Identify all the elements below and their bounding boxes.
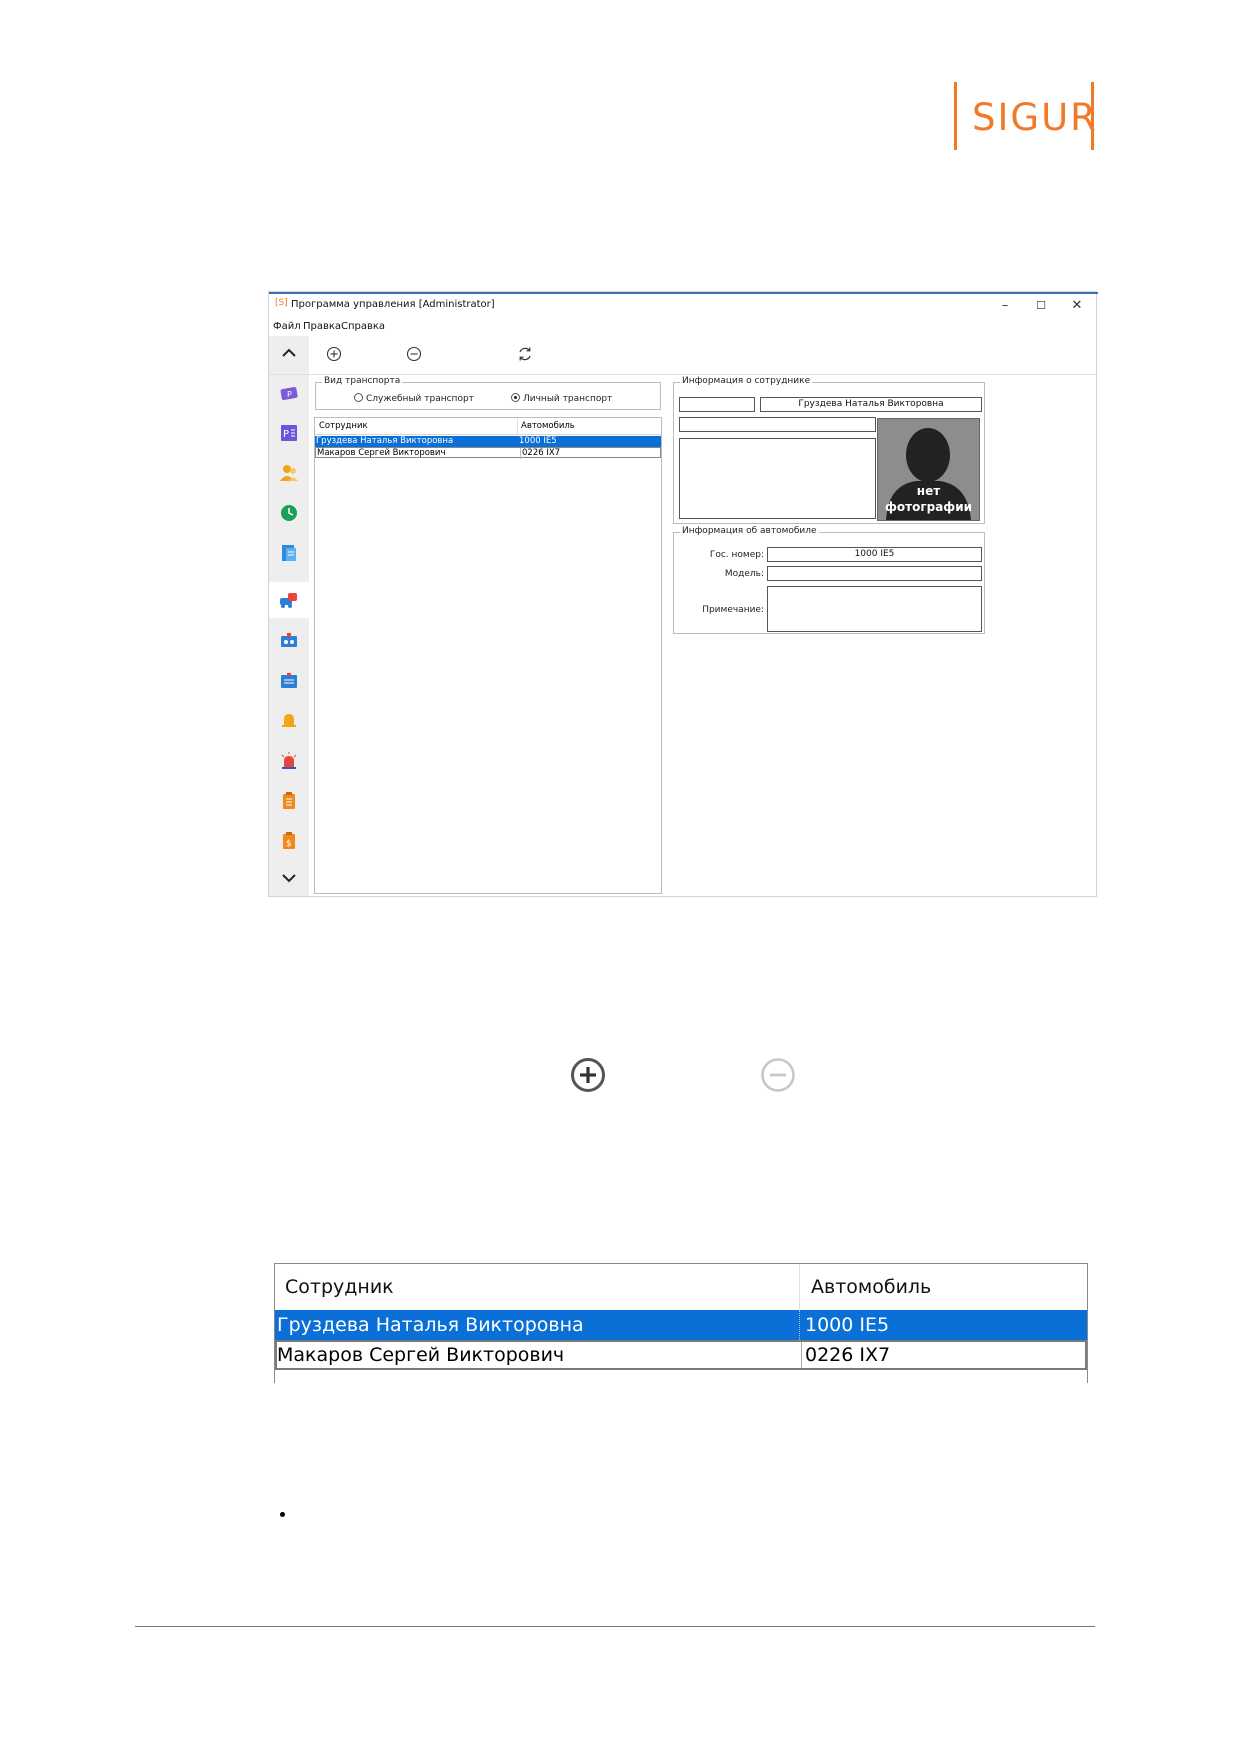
sidebar: P P $ bbox=[269, 336, 309, 896]
column-divider bbox=[799, 1264, 800, 1310]
table-row[interactable]: Макаров Сергей Викторович 0226 IX7 bbox=[315, 447, 661, 459]
add-icon[interactable] bbox=[326, 346, 342, 362]
car-cell: 1000 IE5 bbox=[519, 436, 557, 446]
plate-label: Гос. номер: bbox=[709, 550, 764, 560]
toolbar bbox=[269, 336, 1096, 375]
radio-personal-transport[interactable]: Личный транспорт bbox=[511, 393, 612, 404]
car-cell: 1000 IE5 bbox=[805, 1314, 890, 1336]
employee-cell: Груздева Наталья Викторовна bbox=[316, 436, 454, 446]
column-divider bbox=[517, 418, 518, 434]
menu-help[interactable]: Справка bbox=[341, 321, 385, 332]
employee-photo: нет фотографии bbox=[877, 418, 980, 521]
model-label: Модель: bbox=[724, 569, 764, 579]
app-window: [S] Программа управления [Administrator]… bbox=[268, 291, 1098, 897]
menu-bar: Файл Правка Справка bbox=[269, 318, 1096, 336]
column-car-header: Автомобиль bbox=[811, 1276, 932, 1298]
transport-icon[interactable] bbox=[279, 590, 299, 610]
model-field[interactable] bbox=[767, 566, 982, 581]
plate-field[interactable]: 1000 IE5 bbox=[767, 547, 982, 562]
presentation-icon[interactable]: P bbox=[279, 423, 299, 443]
add-icon bbox=[571, 1058, 605, 1092]
transport-type-group: Вид транспорта Служебный транспорт Личны… bbox=[315, 376, 661, 410]
menu-edit[interactable]: Правка bbox=[303, 321, 341, 332]
svg-text:$: $ bbox=[286, 839, 292, 849]
radio-indicator bbox=[354, 393, 363, 402]
column-employee-header[interactable]: Сотрудник bbox=[319, 421, 368, 431]
scroll-down-icon[interactable] bbox=[282, 873, 296, 883]
employee-notes-field[interactable] bbox=[679, 438, 876, 519]
radio-service-transport[interactable]: Служебный транспорт bbox=[354, 393, 474, 404]
cell-divider bbox=[799, 1310, 800, 1340]
employee-department-field[interactable] bbox=[679, 417, 876, 432]
no-photo-label-2: фотографии bbox=[884, 500, 973, 514]
close-button[interactable]: ✕ bbox=[1059, 295, 1095, 317]
document-icon[interactable] bbox=[279, 543, 299, 563]
table-row[interactable]: Груздева Наталья Викторовна 1000 IE5 bbox=[315, 436, 661, 447]
app-logo-icon: [S] bbox=[275, 298, 288, 308]
employee-name-field[interactable]: Груздева Наталья Викторовна bbox=[760, 397, 982, 412]
employee-number-field[interactable] bbox=[679, 397, 755, 412]
column-car-header[interactable]: Автомобиль bbox=[521, 421, 575, 431]
employee-cell: Макаров Сергей Викторович bbox=[317, 448, 446, 458]
badge-icon[interactable] bbox=[279, 671, 299, 691]
maximize-button[interactable]: ☐ bbox=[1023, 295, 1059, 317]
note-field[interactable] bbox=[767, 586, 982, 632]
remove-icon[interactable] bbox=[406, 346, 422, 362]
note-label: Примечание: bbox=[702, 605, 764, 615]
alarm-icon[interactable] bbox=[279, 751, 299, 771]
menu-file[interactable]: Файл bbox=[273, 321, 301, 332]
report-money-icon[interactable]: $ bbox=[279, 831, 299, 851]
refresh-icon[interactable] bbox=[517, 346, 533, 362]
window-title: Программа управления [Administrator] bbox=[291, 299, 495, 310]
report-icon[interactable] bbox=[279, 791, 299, 811]
parking-icon[interactable]: P bbox=[279, 383, 299, 403]
logo-bar-left bbox=[954, 82, 957, 150]
clock-icon[interactable] bbox=[279, 503, 299, 523]
car-info-title: Информация об автомобиле bbox=[680, 526, 819, 536]
table-row: Макаров Сергей Викторович 0226 IX7 bbox=[275, 1340, 1087, 1370]
radio-indicator-selected bbox=[511, 393, 520, 402]
car-cell: 0226 IX7 bbox=[805, 1344, 891, 1366]
logo-bar-right bbox=[1091, 82, 1094, 150]
logo-text: SIGUR bbox=[972, 96, 1098, 139]
svg-text:P: P bbox=[283, 429, 289, 440]
car-info-group: Информация об автомобиле Гос. номер: 100… bbox=[673, 526, 985, 634]
transport-type-title: Вид транспорта bbox=[322, 376, 403, 386]
employee-car-list[interactable]: Сотрудник Автомобиль Груздева Наталья Ви… bbox=[314, 417, 662, 894]
minimize-button[interactable]: – bbox=[987, 295, 1023, 317]
footer-rule bbox=[135, 1626, 1095, 1627]
bell-icon[interactable] bbox=[279, 711, 299, 731]
employee-info-title: Информация о сотруднике bbox=[680, 376, 813, 386]
car-cell: 0226 IX7 bbox=[520, 448, 561, 459]
remove-icon bbox=[761, 1058, 795, 1092]
radio-personal-label: Личный транспорт bbox=[523, 394, 613, 404]
column-employee-header: Сотрудник bbox=[285, 1276, 394, 1298]
users-icon[interactable] bbox=[279, 463, 299, 483]
svg-text:P: P bbox=[287, 390, 292, 399]
radio-service-label: Служебный транспорт bbox=[366, 394, 474, 404]
no-photo-label-1: нет bbox=[916, 484, 941, 498]
cell-divider bbox=[801, 1342, 802, 1368]
id-card-icon[interactable] bbox=[279, 631, 299, 651]
title-bar: [S] Программа управления [Administrator]… bbox=[269, 294, 1096, 318]
list-header: Сотрудник Автомобиль bbox=[315, 418, 661, 435]
list-bullet bbox=[280, 1512, 285, 1517]
table-row: Груздева Наталья Викторовна 1000 IE5 bbox=[275, 1310, 1087, 1340]
employee-cell: Груздева Наталья Викторовна bbox=[277, 1314, 584, 1336]
zoomed-employee-car-table: Сотрудник Автомобиль Груздева Наталья Ви… bbox=[274, 1263, 1088, 1383]
employee-cell: Макаров Сергей Викторович bbox=[277, 1344, 565, 1366]
